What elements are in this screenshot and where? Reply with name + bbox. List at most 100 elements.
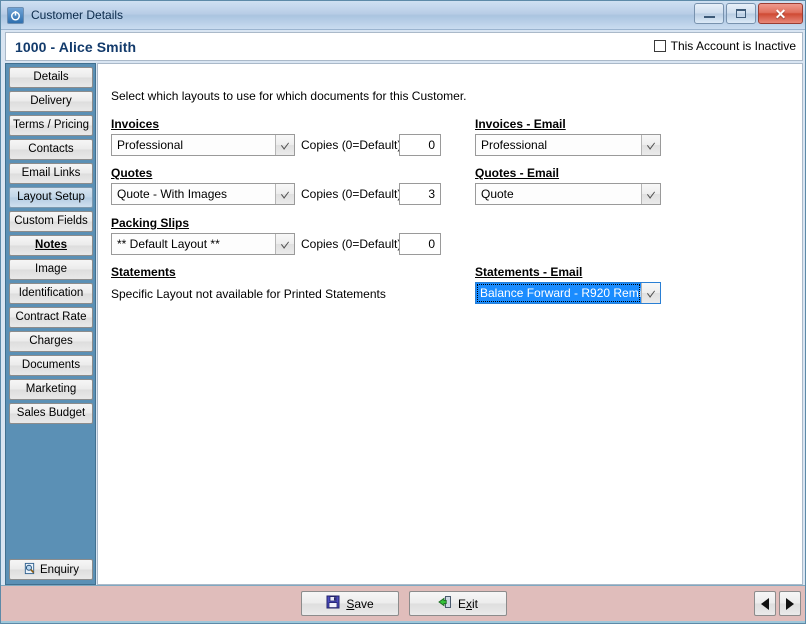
save-label-rest: ave <box>354 596 374 611</box>
enquiry-icon <box>23 562 36 578</box>
sidebar-item-label: Details <box>33 71 69 83</box>
page-title: 1000 - Alice Smith <box>15 38 137 55</box>
chevron-down-icon[interactable] <box>641 184 660 204</box>
packing-slips-layout-value: ** Default Layout ** <box>117 237 220 251</box>
save-button[interactable]: Save <box>301 591 399 616</box>
group-label-quotes: Quotes <box>111 166 153 180</box>
arrow-left-icon <box>761 597 769 610</box>
sidebar-item-contract-rate[interactable]: Contract Rate <box>9 307 93 328</box>
layout-setup-panel: Select which layouts to use for which do… <box>97 63 803 585</box>
footer-toolbar: Save Exit <box>1 585 805 623</box>
record-navigation <box>754 591 801 616</box>
packing-slips-copies-label: Copies (0=Default) <box>301 237 402 251</box>
quotes-layout-value: Quote - With Images <box>117 187 228 201</box>
sidebar-item-delivery[interactable]: Delivery <box>9 91 93 112</box>
customer-details-window: Customer Details ✕ 1000 - Alice Smith Th… <box>0 0 806 624</box>
sidebar-item-documents[interactable]: Documents <box>9 355 93 376</box>
exit-label-tail: it <box>472 596 478 611</box>
sidebar-item-label: Documents <box>21 359 81 371</box>
invoices-copies-label: Copies (0=Default) <box>301 138 402 152</box>
sidebar-item-contacts[interactable]: Contacts <box>9 139 93 160</box>
sidebar-item-label: Terms / Pricing <box>12 119 90 131</box>
sidebar-item-sales-budget[interactable]: Sales Budget <box>9 403 93 424</box>
window-controls: ✕ <box>694 3 803 24</box>
sidebar-item-notes[interactable]: Notes <box>9 235 93 256</box>
group-label-packing-slips: Packing Slips <box>111 216 190 230</box>
exit-icon <box>438 595 452 612</box>
sidebar-item-label: Image <box>35 263 67 275</box>
quotes-copies-input[interactable]: 3 <box>399 183 441 205</box>
quotes-copies-label: Copies (0=Default) <box>301 187 402 201</box>
save-icon <box>326 595 340 612</box>
statements-email-layout-value: Balance Forward - R920 Remittan <box>476 283 641 303</box>
group-label-invoices: Invoices <box>111 117 160 131</box>
sidebar-item-label: Delivery <box>30 95 72 107</box>
chevron-down-icon[interactable] <box>641 135 660 155</box>
exit-label: Exit <box>457 596 478 611</box>
inactive-account-field[interactable]: This Account is Inactive <box>653 39 796 53</box>
inactive-account-checkbox[interactable] <box>653 40 666 52</box>
close-icon: ✕ <box>774 5 787 22</box>
footer-actions: Save Exit <box>1 591 805 616</box>
chevron-down-icon[interactable] <box>275 135 294 155</box>
quotes-email-layout-value: Quote <box>481 187 514 201</box>
invoices-email-layout-combo[interactable]: Professional <box>475 134 661 156</box>
sidebar-item-label: Email Links <box>21 167 81 179</box>
header-band: 1000 - Alice Smith This Account is Inact… <box>5 32 803 61</box>
group-label-statements: Statements <box>111 265 176 279</box>
sidebar-item-label: Notes <box>35 239 67 251</box>
sidebar-item-label: Charges <box>29 335 73 347</box>
window-title: Customer Details <box>31 8 124 22</box>
sidebar-item-label: Contacts <box>28 143 74 155</box>
sidebar-item-custom-fields[interactable]: Custom Fields <box>9 211 93 232</box>
close-button[interactable]: ✕ <box>758 3 803 24</box>
chevron-down-icon[interactable] <box>275 234 294 254</box>
sidebar-item-details[interactable]: Details <box>9 67 93 88</box>
maximize-icon <box>736 9 746 18</box>
power-icon <box>7 6 24 24</box>
sidebar-item-terms-pricing[interactable]: Terms / Pricing <box>9 115 93 136</box>
packing-slips-layout-combo[interactable]: ** Default Layout ** <box>111 233 295 255</box>
sidebar-item-charges[interactable]: Charges <box>9 331 93 352</box>
enquiry-label: Enquiry <box>40 563 79 576</box>
group-label-statements-email: Statements - Email <box>475 265 583 279</box>
group-label-invoices-email: Invoices - Email <box>475 117 566 131</box>
sidebar-item-label: Marketing <box>25 383 77 395</box>
sidebar-item-label: Layout Setup <box>17 191 85 203</box>
previous-record-button[interactable] <box>754 591 776 616</box>
chevron-down-icon[interactable] <box>641 283 660 303</box>
invoices-layout-combo[interactable]: Professional <box>111 134 295 156</box>
sidebar-item-label: Custom Fields <box>14 215 88 227</box>
statements-note: Specific Layout not available for Printe… <box>111 287 386 301</box>
title-bar: Customer Details ✕ <box>1 1 805 30</box>
enquiry-button[interactable]: Enquiry <box>9 559 93 580</box>
intro-text: Select which layouts to use for which do… <box>111 89 467 103</box>
sidebar-item-email-links[interactable]: Email Links <box>9 163 93 184</box>
exit-label-head: E <box>457 596 466 611</box>
quotes-email-layout-combo[interactable]: Quote <box>475 183 661 205</box>
sidebar-item-marketing[interactable]: Marketing <box>9 379 93 400</box>
group-label-quotes-email: Quotes - Email <box>475 166 560 180</box>
arrow-right-icon <box>786 597 794 610</box>
quotes-layout-combo[interactable]: Quote - With Images <box>111 183 295 205</box>
statements-email-layout-combo[interactable]: Balance Forward - R920 Remittan <box>475 282 661 304</box>
invoices-layout-value: Professional <box>117 138 184 152</box>
sidebar-item-label: Identification <box>18 287 84 299</box>
next-record-button[interactable] <box>779 591 801 616</box>
sidebar-item-label: Sales Budget <box>16 407 86 419</box>
sidebar-item-label: Contract Rate <box>15 311 87 323</box>
sidebar-item-image[interactable]: Image <box>9 259 93 280</box>
sidebar-tabs: Details Delivery Terms / Pricing Contacts Em… <box>5 63 96 585</box>
chevron-down-icon[interactable] <box>275 184 294 204</box>
maximize-button[interactable] <box>726 3 756 24</box>
inactive-account-label: This Account is Inactive <box>670 39 796 53</box>
invoices-copies-input[interactable]: 0 <box>399 134 441 156</box>
minimize-button[interactable] <box>694 3 724 24</box>
minimize-icon <box>703 13 715 18</box>
exit-button[interactable]: Exit <box>409 591 507 616</box>
packing-slips-copies-input[interactable]: 0 <box>399 233 441 255</box>
sidebar-item-identification[interactable]: Identification <box>9 283 93 304</box>
save-label: Save <box>346 596 374 611</box>
invoices-email-layout-value: Professional <box>481 138 548 152</box>
sidebar-item-layout-setup[interactable]: Layout Setup <box>9 187 93 208</box>
